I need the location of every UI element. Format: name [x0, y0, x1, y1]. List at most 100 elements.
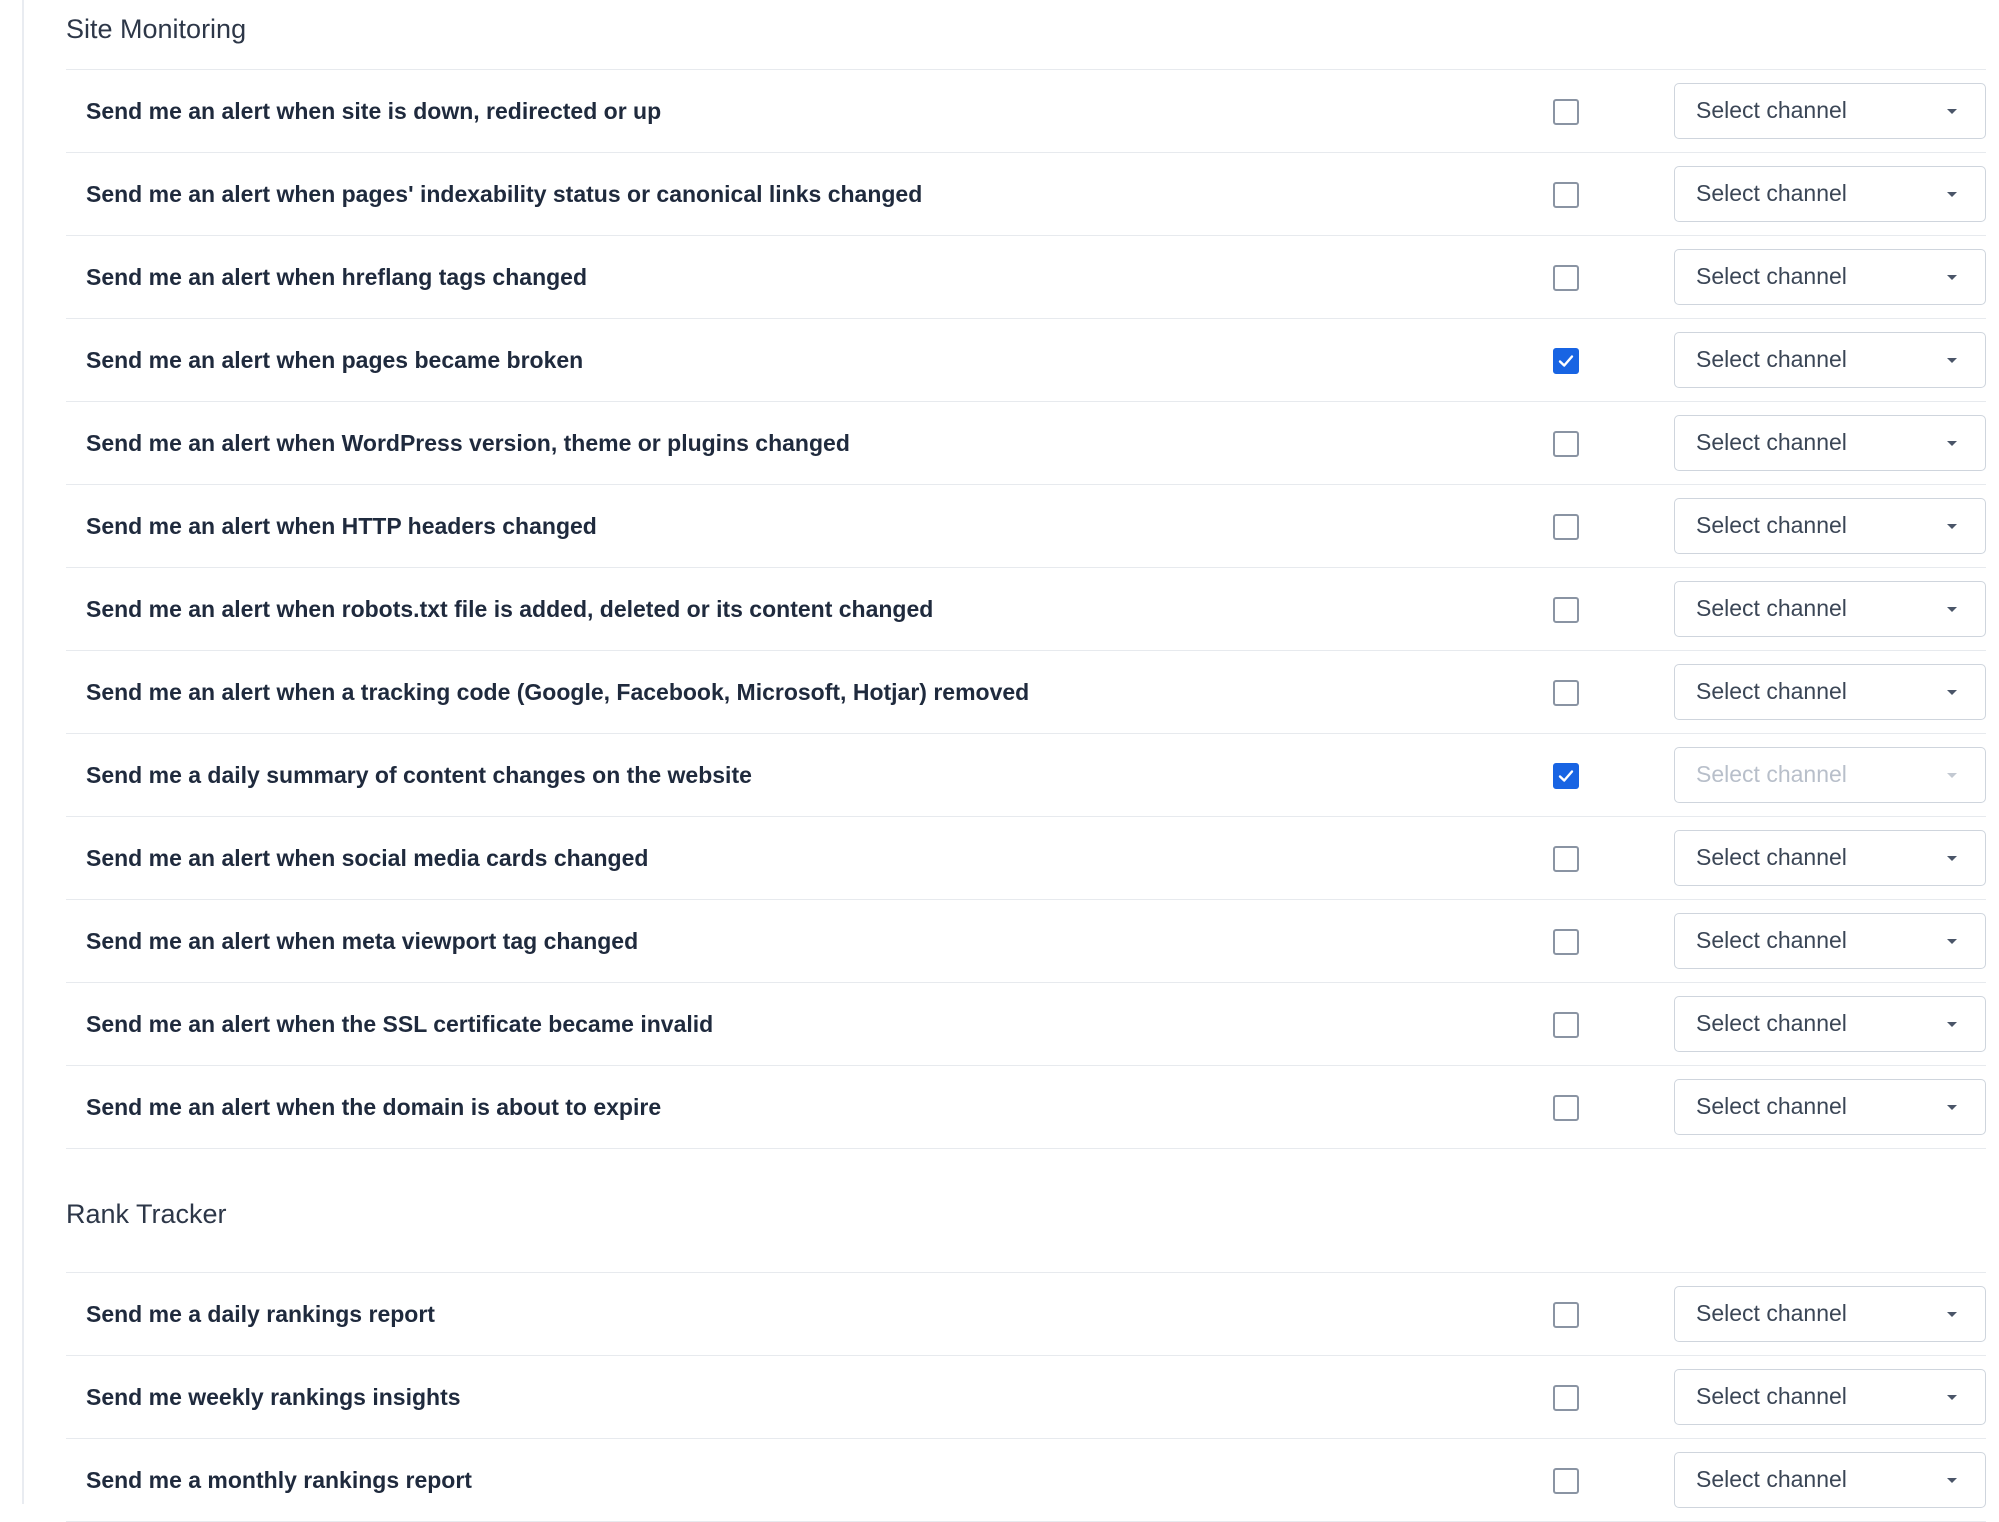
channel-select[interactable]: Select channel: [1674, 1079, 1986, 1135]
channel-select-value: Select channel: [1696, 678, 1847, 704]
alert-setting-row: Send me an alert when a tracking code (G…: [66, 651, 1986, 734]
alert-enable-checkbox[interactable]: [1553, 431, 1579, 457]
chevron-down-icon: [1947, 358, 1957, 363]
alert-setting-label: Send me an alert when pages became broke…: [86, 347, 584, 373]
alert-enable-checkbox[interactable]: [1553, 99, 1579, 125]
alert-setting-label: Send me a monthly rankings report: [86, 1467, 472, 1493]
notification-settings: Site Monitoring Send me an alert when sit…: [66, 0, 1986, 1522]
channel-select-value: Select channel: [1696, 180, 1847, 206]
alert-setting-row: Send me an alert when site is down, redi…: [66, 70, 1986, 153]
chevron-down-icon: [1947, 192, 1957, 197]
channel-select[interactable]: Select channel: [1674, 1286, 1986, 1342]
alert-setting-label: Send me an alert when site is down, redi…: [86, 98, 662, 124]
chevron-down-icon: [1947, 1395, 1957, 1400]
alert-setting-label: Send me an alert when HTTP headers chang…: [86, 513, 597, 539]
channel-select-value: Select channel: [1696, 927, 1847, 953]
alert-setting-row: Send me an alert when WordPress version,…: [66, 402, 1986, 485]
channel-select[interactable]: Select channel: [1674, 83, 1986, 139]
alert-setting-label: Send me an alert when WordPress version,…: [86, 430, 850, 456]
alert-enable-checkbox[interactable]: [1553, 1012, 1579, 1038]
section-title: Rank Tracker: [66, 1167, 1986, 1273]
channel-select[interactable]: Select channel: [1674, 1452, 1986, 1508]
chevron-down-icon: [1947, 441, 1957, 446]
alert-enable-checkbox[interactable]: [1553, 1095, 1579, 1121]
chevron-down-icon: [1947, 939, 1957, 944]
chevron-down-icon: [1947, 1478, 1957, 1483]
section-title: Site Monitoring: [66, 0, 1986, 70]
chevron-down-icon: [1947, 773, 1957, 778]
alert-enable-checkbox[interactable]: [1553, 763, 1579, 789]
checkmark-icon: [1558, 770, 1574, 782]
alert-setting-row: Send me a monthly rankings report Select …: [66, 1439, 1986, 1522]
chevron-down-icon: [1947, 607, 1957, 612]
alert-setting-label: Send me an alert when robots.txt file is…: [86, 596, 934, 622]
chevron-down-icon: [1947, 1105, 1957, 1110]
alert-enable-checkbox[interactable]: [1553, 929, 1579, 955]
channel-select[interactable]: Select channel: [1674, 415, 1986, 471]
channel-select[interactable]: Select channel: [1674, 1369, 1986, 1425]
alert-enable-checkbox[interactable]: [1553, 1302, 1579, 1328]
chevron-down-icon: [1947, 275, 1957, 280]
channel-select[interactable]: Select channel: [1674, 664, 1986, 720]
channel-select-value: Select channel: [1696, 97, 1847, 123]
channel-select[interactable]: Select channel: [1674, 166, 1986, 222]
alert-setting-label: Send me an alert when the SSL certificat…: [86, 1011, 714, 1037]
alert-setting-row: Send me weekly rankings insights Select c…: [66, 1356, 1986, 1439]
channel-select-value: Select channel: [1696, 1010, 1847, 1036]
left-border: [22, 0, 24, 1504]
channel-select[interactable]: Select channel: [1674, 747, 1986, 803]
channel-select[interactable]: Select channel: [1674, 332, 1986, 388]
alert-setting-label: Send me an alert when social media cards…: [86, 845, 649, 871]
channel-select[interactable]: Select channel: [1674, 913, 1986, 969]
alert-enable-checkbox[interactable]: [1553, 846, 1579, 872]
channel-select[interactable]: Select channel: [1674, 498, 1986, 554]
alert-setting-label: Send me an alert when hreflang tags chan…: [86, 264, 588, 290]
channel-select-value: Select channel: [1696, 346, 1847, 372]
chevron-down-icon: [1947, 690, 1957, 695]
alert-setting-label: Send me an alert when the domain is abou…: [86, 1094, 662, 1120]
channel-select-value: Select channel: [1696, 1300, 1847, 1326]
channel-select-value: Select channel: [1696, 595, 1847, 621]
channel-select-value: Select channel: [1696, 1093, 1847, 1119]
alert-setting-row: Send me a daily summary of content chang…: [66, 734, 1986, 817]
alert-enable-checkbox[interactable]: [1553, 182, 1579, 208]
channel-select[interactable]: Select channel: [1674, 581, 1986, 637]
channel-select-value: Select channel: [1696, 1466, 1847, 1492]
alert-enable-checkbox[interactable]: [1553, 348, 1579, 374]
alert-setting-row: Send me an alert when HTTP headers chang…: [66, 485, 1986, 568]
channel-select[interactable]: Select channel: [1674, 996, 1986, 1052]
checkmark-icon: [1558, 355, 1574, 367]
alert-setting-row: Send me an alert when social media cards…: [66, 817, 1986, 900]
channel-select-value: Select channel: [1696, 263, 1847, 289]
alert-setting-row: Send me an alert when hreflang tags chan…: [66, 236, 1986, 319]
chevron-down-icon: [1947, 1312, 1957, 1317]
alert-setting-row: Send me a daily rankings report Select ch…: [66, 1273, 1986, 1356]
alert-setting-row: Send me an alert when meta viewport tag …: [66, 900, 1986, 983]
alert-setting-row: Send me an alert when the domain is abou…: [66, 1066, 1986, 1149]
alert-setting-label: Send me a daily rankings report: [86, 1301, 435, 1327]
alert-setting-row: Send me an alert when pages' indexabilit…: [66, 153, 1986, 236]
channel-select-value: Select channel: [1696, 1383, 1847, 1409]
alert-enable-checkbox[interactable]: [1553, 514, 1579, 540]
chevron-down-icon: [1947, 1022, 1957, 1027]
alert-setting-label: Send me an alert when meta viewport tag …: [86, 928, 639, 954]
alert-enable-checkbox[interactable]: [1553, 265, 1579, 291]
channel-select[interactable]: Select channel: [1674, 830, 1986, 886]
chevron-down-icon: [1947, 524, 1957, 529]
chevron-down-icon: [1947, 856, 1957, 861]
chevron-down-icon: [1947, 109, 1957, 114]
channel-select-value: Select channel: [1696, 512, 1847, 538]
channel-select-value: Select channel: [1696, 844, 1847, 870]
channel-select-value: Select channel: [1696, 429, 1847, 455]
channel-select-value: Select channel: [1696, 761, 1847, 787]
channel-select[interactable]: Select channel: [1674, 249, 1986, 305]
alert-enable-checkbox[interactable]: [1553, 1385, 1579, 1411]
alert-setting-label: Send me a daily summary of content chang…: [86, 762, 752, 788]
alert-enable-checkbox[interactable]: [1553, 597, 1579, 623]
alert-setting-row: Send me an alert when robots.txt file is…: [66, 568, 1986, 651]
alert-enable-checkbox[interactable]: [1553, 1468, 1579, 1494]
alert-setting-label: Send me weekly rankings insights: [86, 1384, 461, 1410]
alert-setting-row: Send me an alert when pages became broke…: [66, 319, 1986, 402]
alert-enable-checkbox[interactable]: [1553, 680, 1579, 706]
alert-setting-label: Send me an alert when a tracking code (G…: [86, 679, 1030, 705]
